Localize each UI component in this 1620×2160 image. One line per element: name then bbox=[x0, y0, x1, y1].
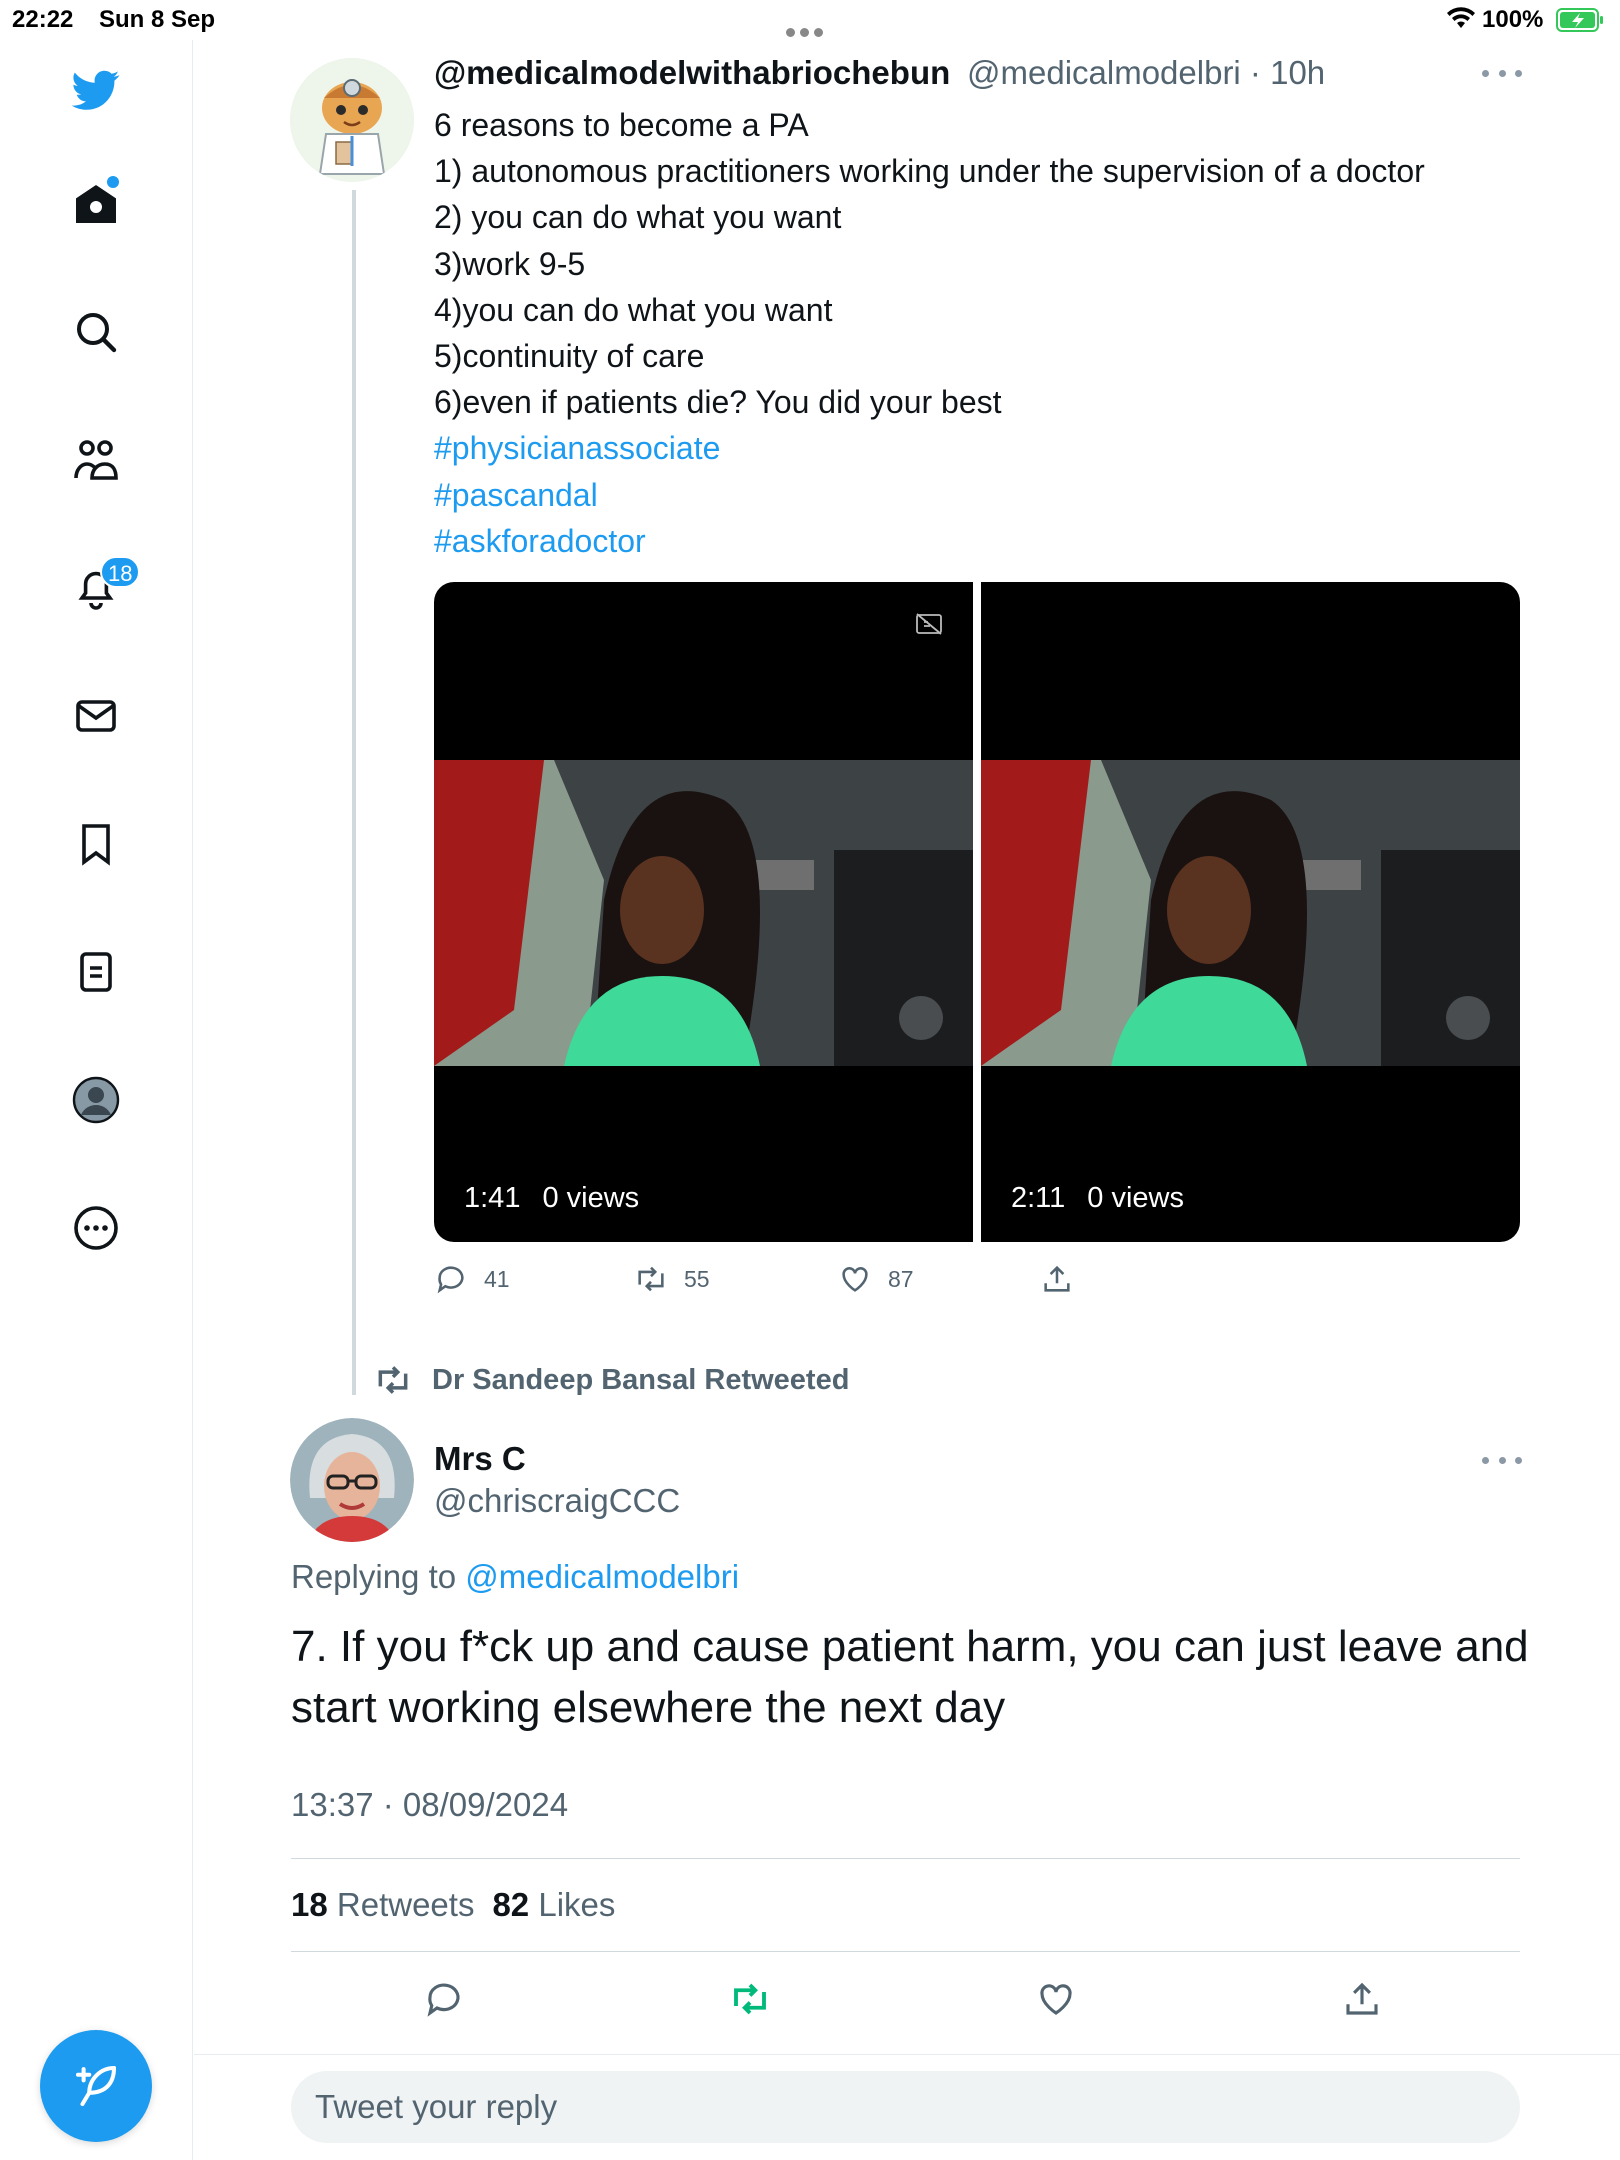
video-frame-image bbox=[981, 760, 1520, 1066]
like-button[interactable]: 87 bbox=[838, 1262, 914, 1296]
video-frame-image bbox=[434, 760, 973, 1066]
retweets-stat[interactable]: 18 Retweets bbox=[291, 1886, 474, 1923]
divider bbox=[291, 1951, 1520, 1952]
reply-icon bbox=[427, 1983, 460, 2017]
tweet1-line: 5)continuity of care bbox=[434, 337, 705, 374]
tweet1-line: 3)work 9-5 bbox=[434, 245, 586, 282]
captions-off-icon[interactable] bbox=[915, 612, 943, 636]
thread-connector-line bbox=[352, 190, 356, 1395]
battery-charging-icon bbox=[1556, 8, 1603, 32]
status-time: 22:22 bbox=[12, 6, 74, 33]
divider bbox=[194, 2054, 1620, 2055]
video-2-duration: 2:11 bbox=[1011, 1182, 1066, 1214]
tweet1-line: 1) autonomous practitioners working unde… bbox=[434, 153, 1425, 190]
tweet2-more-icon[interactable] bbox=[1482, 1454, 1522, 1466]
share-icon bbox=[1044, 1265, 1070, 1292]
more-options-circle-icon[interactable] bbox=[60, 1192, 132, 1264]
reply-input[interactable]: Tweet your reply bbox=[291, 2071, 1520, 2143]
compose-tweet-button[interactable] bbox=[40, 2030, 152, 2142]
tweet1-more-icon[interactable] bbox=[1482, 67, 1522, 79]
retweet-icon bbox=[734, 1983, 766, 2015]
messages-envelope-icon[interactable] bbox=[60, 680, 132, 752]
reply-button[interactable] bbox=[423, 1978, 465, 2020]
profile-avatar-icon[interactable] bbox=[60, 1064, 132, 1136]
hashtag-link[interactable]: #physicianassociate bbox=[434, 425, 1425, 471]
tweet2-timestamp[interactable]: 13:37 · 08/09/2024 bbox=[291, 1786, 568, 1824]
video-1-views: 0 views bbox=[542, 1182, 640, 1214]
tweet1-line: 6 reasons to become a PA bbox=[434, 107, 809, 143]
likes-stat-count: 82 bbox=[492, 1886, 530, 1923]
likes-stat[interactable]: 82 Likes bbox=[492, 1886, 615, 1923]
tweet2-handle[interactable]: @chriscraigCCC bbox=[434, 1482, 680, 1520]
retweet-button[interactable]: 55 bbox=[634, 1262, 710, 1296]
notifications-badge: 18 bbox=[100, 556, 141, 588]
reply-icon bbox=[437, 1266, 464, 1294]
sidebar: 18 bbox=[0, 40, 193, 2160]
tweet1-avatar[interactable] bbox=[290, 58, 414, 182]
tweet1-display-name[interactable]: @medicalmodelwithabriochebun bbox=[434, 54, 950, 92]
tweet1-line: 2) you can do what you want bbox=[434, 199, 842, 236]
reply-button[interactable]: 41 bbox=[434, 1262, 510, 1296]
home-icon[interactable] bbox=[60, 168, 132, 240]
retweets-stat-label: Retweets bbox=[336, 1886, 475, 1923]
tweet1-line: 4)you can do what you want bbox=[434, 291, 833, 328]
reply-count: 41 bbox=[484, 1265, 510, 1292]
retweeted-by-text: Dr Sandeep Bansal Retweeted bbox=[432, 1363, 850, 1396]
engagement-stats: 18 Retweets 82 Likes bbox=[291, 1886, 615, 1924]
share-button[interactable] bbox=[1341, 1978, 1383, 2020]
retweet-icon bbox=[638, 1266, 664, 1292]
retweet-icon bbox=[378, 1366, 408, 1394]
share-icon bbox=[1346, 1982, 1378, 2015]
search-icon[interactable] bbox=[60, 296, 132, 368]
heart-icon bbox=[842, 1267, 868, 1292]
heart-icon bbox=[1040, 1984, 1072, 2015]
hashtag-link[interactable]: #pascandal bbox=[434, 472, 1425, 518]
bookmark-icon[interactable] bbox=[60, 808, 132, 880]
video-thumbnail-1[interactable]: 1:41 0 views bbox=[434, 582, 973, 1242]
video-1-duration: 1:41 bbox=[464, 1182, 521, 1214]
tweet2-text: 7. If you f*ck up and cause patient harm… bbox=[291, 1622, 1529, 1732]
multitasking-dots-icon[interactable] bbox=[786, 16, 830, 37]
replying-to-label: Replying to bbox=[291, 1558, 466, 1595]
status-bar: 22:22 Sun 8 Sep 100% bbox=[0, 0, 1620, 40]
communities-icon[interactable] bbox=[60, 424, 132, 496]
video-1-meta: 1:41 0 views bbox=[464, 1182, 639, 1215]
lists-icon[interactable] bbox=[60, 936, 132, 1008]
like-button[interactable] bbox=[1035, 1978, 1077, 2020]
tweet1-line: 6)even if patients die? You did your bes… bbox=[434, 384, 1002, 421]
hashtag-link[interactable]: #askforadoctor bbox=[434, 518, 1425, 564]
tweet1-text: 6 reasons to become a PA 1) autonomous p… bbox=[434, 102, 1425, 564]
share-button[interactable] bbox=[1040, 1262, 1074, 1296]
battery-percentage: 100% bbox=[1482, 6, 1544, 33]
status-date: Sun 8 Sep bbox=[99, 6, 216, 33]
tweet2-display-name[interactable]: Mrs C bbox=[434, 1440, 526, 1478]
video-2-views: 0 views bbox=[1087, 1182, 1184, 1214]
replying-to-mention[interactable]: @medicalmodelbri bbox=[465, 1558, 739, 1595]
retweet-count: 55 bbox=[684, 1265, 710, 1292]
video-thumbnail-2[interactable]: 2:11 0 views bbox=[981, 582, 1520, 1242]
twitter-logo-icon[interactable] bbox=[60, 54, 132, 126]
likes-stat-label: Likes bbox=[538, 1886, 616, 1923]
tweet2-avatar[interactable] bbox=[290, 1418, 414, 1542]
retweeted-by-banner[interactable]: Dr Sandeep Bansal Retweeted bbox=[374, 1360, 849, 1400]
wifi-icon bbox=[1447, 7, 1475, 28]
replying-to-line: Replying to @medicalmodelbri bbox=[291, 1558, 739, 1596]
retweet-button-active[interactable] bbox=[729, 1978, 771, 2020]
notifications-bell-icon[interactable]: 18 bbox=[60, 552, 141, 624]
tweet1-handle-time[interactable]: @medicalmodelbri · 10h bbox=[967, 54, 1325, 92]
home-unread-dot bbox=[107, 176, 119, 188]
video-2-meta: 2:11 0 views bbox=[1011, 1182, 1184, 1215]
retweets-stat-count: 18 bbox=[291, 1886, 328, 1923]
like-count: 87 bbox=[888, 1265, 914, 1292]
divider bbox=[291, 1858, 1520, 1859]
